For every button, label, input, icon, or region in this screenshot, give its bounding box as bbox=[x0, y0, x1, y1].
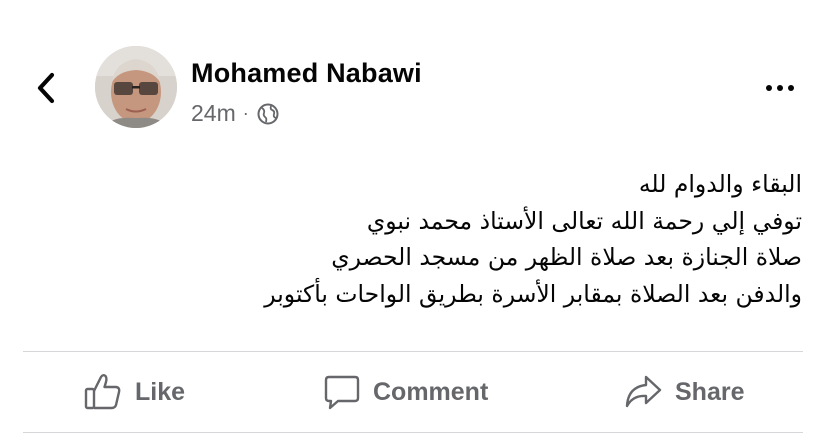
post-timestamp[interactable]: 24m bbox=[191, 100, 236, 127]
avatar[interactable] bbox=[95, 46, 177, 128]
post-line: صلاة الجنازة بعد صلاة الظهر من مسجد الحص… bbox=[331, 243, 802, 271]
share-label: Share bbox=[675, 377, 745, 406]
divider bbox=[23, 432, 803, 433]
comment-icon bbox=[324, 375, 360, 410]
globe-icon bbox=[256, 102, 280, 126]
comment-button[interactable]: Comment bbox=[323, 352, 488, 432]
comment-label: Comment bbox=[373, 377, 489, 406]
post-text: البقاء والدوام لله توفي إلي رحمة الله تع… bbox=[82, 166, 802, 312]
thumbs-up-icon bbox=[84, 374, 121, 410]
chevron-left-icon bbox=[37, 72, 55, 104]
more-dot-icon bbox=[777, 85, 783, 91]
share-icon bbox=[625, 375, 662, 408]
post-meta: 24m · bbox=[191, 100, 280, 127]
post-line: والدفن بعد الصلاة بمقابر الأسرة بطريق ال… bbox=[264, 279, 802, 308]
more-dot-icon bbox=[788, 85, 794, 91]
like-label: Like bbox=[135, 377, 186, 406]
back-button[interactable] bbox=[28, 66, 64, 110]
meta-separator: · bbox=[242, 103, 249, 123]
post-line: البقاء والدوام لله bbox=[638, 170, 802, 198]
post-line: توفي إلي رحمة الله تعالى الأستاذ محمد نب… bbox=[366, 206, 802, 235]
like-button[interactable]: Like bbox=[83, 352, 185, 432]
more-options-button[interactable] bbox=[760, 74, 800, 102]
profile-photo bbox=[95, 46, 177, 128]
author-name[interactable]: Mohamed Nabawi bbox=[191, 58, 422, 89]
action-bar: Like Comment Share bbox=[23, 352, 803, 432]
more-dot-icon bbox=[766, 85, 772, 91]
share-button[interactable]: Share bbox=[623, 352, 744, 432]
